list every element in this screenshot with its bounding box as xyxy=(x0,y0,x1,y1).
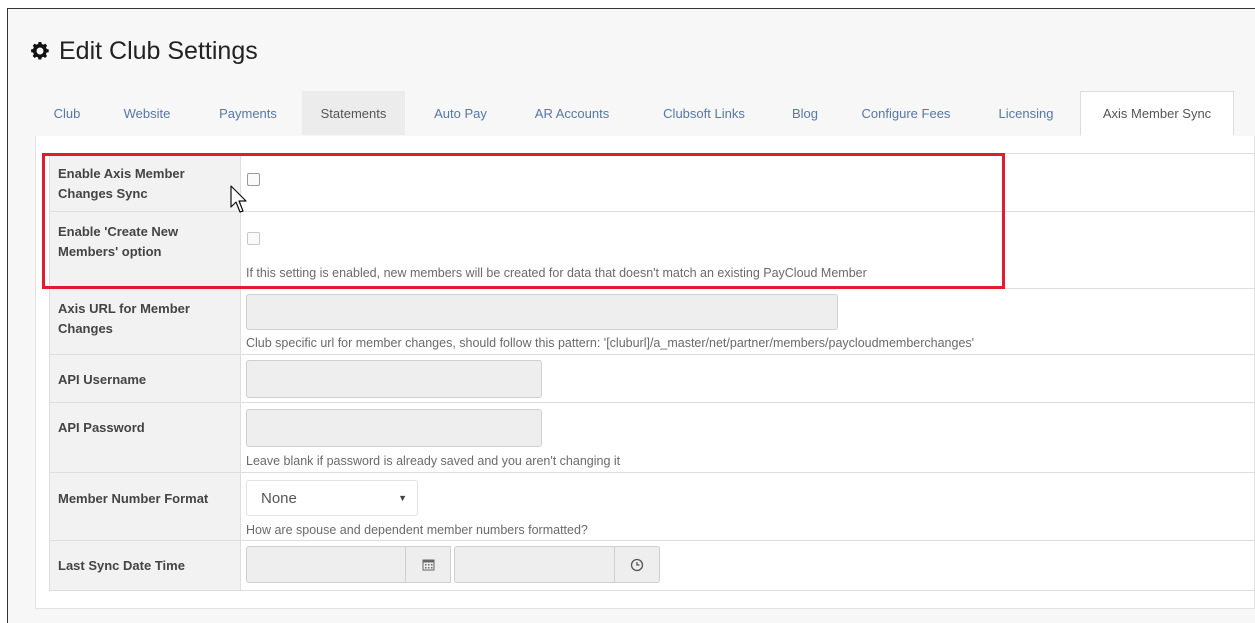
gear-icon xyxy=(31,42,49,60)
member-number-format-select[interactable]: None ▼ xyxy=(246,480,418,516)
last-sync-date-button[interactable] xyxy=(405,546,451,583)
last-sync-date-input[interactable] xyxy=(246,546,406,583)
api-password-label: API Password xyxy=(49,403,241,472)
create-new-members-checkbox[interactable] xyxy=(247,232,260,245)
api-username-value xyxy=(241,355,1255,402)
member-number-format-selected: None xyxy=(261,489,297,507)
row-axis-url: Axis URL for Member Changes Club specifi… xyxy=(49,289,1255,355)
member-number-format-help: How are spouse and dependent member numb… xyxy=(246,523,588,537)
row-api-username: API Username xyxy=(49,355,1255,403)
tab-blog[interactable]: Blog xyxy=(776,91,834,135)
last-sync-time-input[interactable] xyxy=(454,546,616,583)
tab-website[interactable]: Website xyxy=(103,91,191,135)
last-sync-controls xyxy=(246,546,664,583)
create-new-members-value: If this setting is enabled, new members … xyxy=(241,212,1255,288)
create-new-members-help: If this setting is enabled, new members … xyxy=(246,266,867,280)
tab-ar-accounts[interactable]: AR Accounts xyxy=(517,91,627,135)
tab-statements[interactable]: Statements xyxy=(302,91,405,135)
row-create-new-members: Enable 'Create New Members' option If th… xyxy=(49,212,1255,289)
tab-auto-pay[interactable]: Auto Pay xyxy=(417,91,504,135)
row-member-number-format: Member Number Format None ▼ How are spou… xyxy=(49,473,1255,541)
calendar-icon xyxy=(422,559,434,571)
row-api-password: API Password Leave blank if password is … xyxy=(49,403,1255,473)
api-password-input[interactable] xyxy=(246,409,542,447)
enable-sync-label: Enable Axis Member Changes Sync xyxy=(49,154,241,211)
member-number-format-label: Member Number Format xyxy=(49,473,241,540)
last-sync-time-button[interactable] xyxy=(614,546,660,583)
last-sync-label: Last Sync Date Time xyxy=(49,541,241,590)
chevron-down-icon: ▼ xyxy=(398,493,407,503)
clock-icon xyxy=(630,558,644,571)
tab-club[interactable]: Club xyxy=(35,91,99,135)
axis-url-value: Club specific url for member changes, sh… xyxy=(241,289,1255,354)
settings-panel: Enable Axis Member Changes Sync Enable '… xyxy=(35,136,1255,609)
create-new-members-label: Enable 'Create New Members' option xyxy=(49,212,241,288)
row-last-sync: Last Sync Date Time xyxy=(49,541,1255,591)
api-password-value: Leave blank if password is already saved… xyxy=(241,403,1255,472)
page-title-text: Edit Club Settings xyxy=(59,36,258,65)
page-title: Edit Club Settings xyxy=(29,34,258,68)
settings-table: Enable Axis Member Changes Sync Enable '… xyxy=(49,153,1255,591)
tab-configure-fees[interactable]: Configure Fees xyxy=(842,91,970,135)
api-username-input[interactable] xyxy=(246,360,542,398)
axis-url-input[interactable] xyxy=(246,294,838,330)
api-password-help: Leave blank if password is already saved… xyxy=(246,454,621,468)
member-number-format-value: None ▼ How are spouse and dependent memb… xyxy=(241,473,1255,540)
tab-axis-member-sync[interactable]: Axis Member Sync xyxy=(1080,91,1234,136)
last-sync-value xyxy=(241,541,1255,590)
tab-licensing[interactable]: Licensing xyxy=(982,91,1070,135)
enable-sync-value xyxy=(241,154,1255,211)
tab-clubsoft-links[interactable]: Clubsoft Links xyxy=(640,91,768,135)
axis-url-help: Club specific url for member changes, sh… xyxy=(246,336,975,350)
axis-url-label: Axis URL for Member Changes xyxy=(49,289,241,354)
mouse-cursor-icon xyxy=(230,185,247,213)
tab-bar: Club Website Payments Statements Auto Pa… xyxy=(35,91,1255,137)
api-username-label: API Username xyxy=(49,355,241,402)
tab-payments[interactable]: Payments xyxy=(198,91,298,135)
